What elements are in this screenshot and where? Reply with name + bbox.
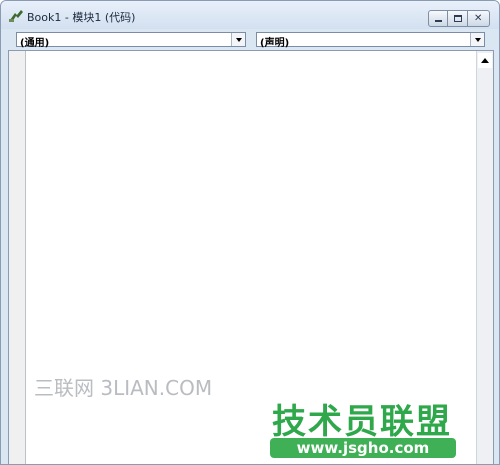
scroll-up-icon[interactable] xyxy=(478,53,492,68)
window-title: Book1 - 模块1 (代码) xyxy=(27,11,136,24)
minimize-icon xyxy=(435,20,442,22)
margin-indicator-bar[interactable] xyxy=(9,51,26,464)
vertical-scrollbar[interactable] xyxy=(476,51,493,464)
procedure-dropdown-value: (声明) xyxy=(260,38,290,49)
maximize-button[interactable] xyxy=(448,10,468,27)
chevron-down-icon[interactable] xyxy=(470,33,484,46)
chevron-down-icon[interactable] xyxy=(231,33,245,46)
watermark-url: www.jsgho.com xyxy=(270,438,456,458)
caption-buttons: ✕ xyxy=(428,10,490,27)
minimize-button[interactable] xyxy=(428,10,448,27)
close-icon: ✕ xyxy=(474,13,483,24)
object-dropdown-value: (通用) xyxy=(20,38,50,49)
procedure-dropdown[interactable]: (声明) xyxy=(256,32,485,49)
close-button[interactable]: ✕ xyxy=(468,10,490,27)
title-bar[interactable]: Book1 - 模块1 (代码) ✕ xyxy=(1,1,499,29)
object-dropdown[interactable]: (通用) xyxy=(16,32,246,49)
maximize-icon xyxy=(454,15,462,22)
watermark-3lian: 三联网 3LIAN.COM xyxy=(34,376,213,400)
vba-module-icon xyxy=(9,10,23,22)
watermark-brand: 技术员联盟 xyxy=(272,402,452,442)
